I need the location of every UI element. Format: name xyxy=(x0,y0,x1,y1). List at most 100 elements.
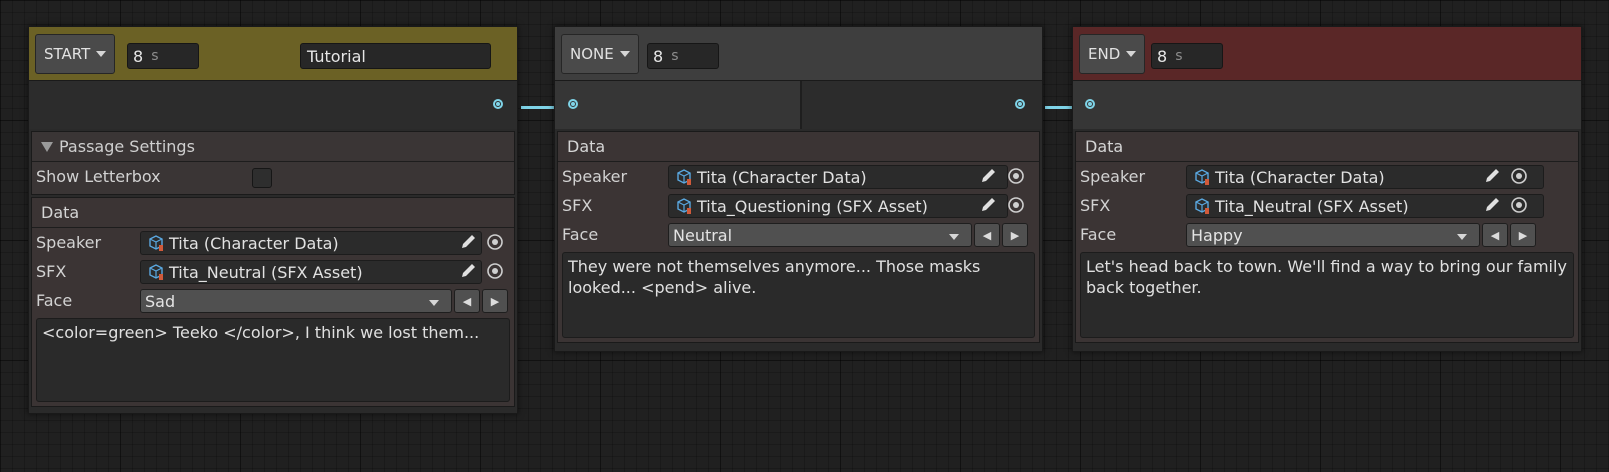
output-port-icon[interactable] xyxy=(1015,99,1025,109)
speaker-field[interactable]: Tita (Character Data) xyxy=(668,165,1008,189)
node-type-dropdown[interactable]: START xyxy=(35,34,116,74)
letterbox-row: Show Letterbox xyxy=(32,162,514,191)
object-picker-icon[interactable] xyxy=(1007,167,1025,185)
duration-field[interactable]: 8 s xyxy=(1151,43,1223,69)
dropdown-caret-icon xyxy=(619,51,630,57)
object-picker-icon[interactable] xyxy=(1007,196,1025,214)
duration-field[interactable]: 8 s xyxy=(127,43,199,69)
object-field-icon xyxy=(677,169,691,185)
duration-unit: s xyxy=(1175,48,1183,64)
node-header: NONE 8 s xyxy=(555,27,1042,81)
face-value: Happy xyxy=(1191,225,1243,245)
sfx-value: Tita_Neutral (SFX Asset) xyxy=(169,262,363,282)
prev-face-button[interactable]: ◀ xyxy=(974,223,1000,247)
speaker-value: Tita (Character Data) xyxy=(169,233,339,253)
object-field-icon xyxy=(149,235,163,251)
passage-title-field[interactable]: Tutorial xyxy=(300,43,491,69)
passage-node-end[interactable]: END 8 s Data Speaker Tita (Character Dat… xyxy=(1072,26,1582,352)
foldout-triangle-icon[interactable] xyxy=(41,141,53,152)
passage-node-none[interactable]: NONE 8 s Data Speaker Tita (Character Da… xyxy=(554,26,1043,352)
edit-pencil-icon[interactable] xyxy=(1482,167,1502,185)
passage-title: Tutorial xyxy=(307,46,366,66)
face-label: Face xyxy=(1080,225,1117,244)
dialogue-text-area[interactable]: They were not themselves anymore... Thos… xyxy=(562,252,1035,338)
node-header: END 8 s xyxy=(1073,27,1581,81)
node-type-label: END xyxy=(1088,45,1121,63)
sfx-label: SFX xyxy=(36,262,67,281)
duration-unit: s xyxy=(151,48,159,64)
next-face-button[interactable]: ▶ xyxy=(1510,223,1536,247)
letterbox-checkbox[interactable] xyxy=(252,168,272,188)
sfx-value: Tita_Neutral (SFX Asset) xyxy=(1215,196,1409,216)
sfx-row: SFX Tita_Questioning (SFX Asset) xyxy=(558,191,1039,220)
sfx-field[interactable]: Tita_Questioning (SFX Asset) xyxy=(668,194,1008,218)
speaker-label: Speaker xyxy=(562,167,628,186)
dropdown-caret-icon xyxy=(1457,234,1467,240)
node-type-label: NONE xyxy=(570,45,614,63)
object-field-icon xyxy=(1195,198,1209,214)
data-section: Data Speaker Tita (Character Data) SFX T… xyxy=(557,131,1040,343)
passage-settings-section: Passage Settings Show Letterbox xyxy=(31,131,515,195)
sfx-row: SFX Tita_Neutral (SFX Asset) xyxy=(1076,191,1578,220)
dropdown-caret-icon xyxy=(1126,51,1137,57)
sfx-field[interactable]: Tita_Neutral (SFX Asset) xyxy=(140,260,482,284)
object-picker-icon[interactable] xyxy=(486,262,504,280)
dialogue-text-area[interactable]: Let's head back to town. We'll find a wa… xyxy=(1080,252,1574,338)
face-row: Face Neutral ◀ ▶ xyxy=(558,220,1039,249)
object-field-icon xyxy=(1195,169,1209,185)
face-row: Face Happy ◀ ▶ xyxy=(1076,220,1578,249)
edit-pencil-icon[interactable] xyxy=(458,233,478,251)
dropdown-caret-icon xyxy=(949,234,959,240)
dropdown-caret-icon xyxy=(96,51,107,57)
next-arrow-icon: ▶ xyxy=(1010,228,1020,242)
face-value: Sad xyxy=(145,291,176,311)
edit-pencil-icon[interactable] xyxy=(978,196,998,214)
speaker-value: Tita (Character Data) xyxy=(1215,167,1385,187)
sfx-value: Tita_Questioning (SFX Asset) xyxy=(697,196,928,216)
prev-arrow-icon: ◀ xyxy=(982,228,992,242)
port-row xyxy=(555,81,1042,129)
passage-node-start[interactable]: START 8 s Tutorial Passage Settings Show… xyxy=(28,26,518,414)
next-face-button[interactable]: ▶ xyxy=(1002,223,1028,247)
edit-pencil-icon[interactable] xyxy=(458,262,478,280)
object-picker-icon[interactable] xyxy=(486,233,504,251)
node-type-dropdown[interactable]: NONE xyxy=(561,34,639,74)
face-dropdown[interactable]: Happy xyxy=(1186,223,1480,247)
sfx-label: SFX xyxy=(562,196,593,215)
next-arrow-icon: ▶ xyxy=(490,294,500,308)
object-picker-icon[interactable] xyxy=(1510,167,1528,185)
node-header: START 8 s Tutorial xyxy=(29,27,517,81)
speaker-label: Speaker xyxy=(1080,167,1146,186)
object-picker-icon[interactable] xyxy=(1510,196,1528,214)
dialogue-text-area[interactable]: <color=green> Teeko </color>, I think we… xyxy=(36,318,510,402)
face-dropdown[interactable]: Sad xyxy=(140,289,452,313)
duration-value: 8 xyxy=(1157,46,1168,66)
data-heading: Data xyxy=(1076,132,1578,162)
dropdown-caret-icon xyxy=(429,300,439,306)
input-port-icon[interactable] xyxy=(1085,99,1095,109)
passage-settings-foldout[interactable]: Passage Settings xyxy=(32,132,514,162)
face-label: Face xyxy=(562,225,599,244)
face-value: Neutral xyxy=(673,225,733,245)
prev-face-button[interactable]: ◀ xyxy=(454,289,480,313)
speaker-field[interactable]: Tita (Character Data) xyxy=(140,231,482,255)
face-row: Face Sad ◀ ▶ xyxy=(32,286,514,315)
speaker-row: Speaker Tita (Character Data) xyxy=(1076,162,1578,191)
duration-value: 8 xyxy=(653,46,664,66)
sfx-label: SFX xyxy=(1080,196,1111,215)
edit-pencil-icon[interactable] xyxy=(1482,196,1502,214)
face-dropdown[interactable]: Neutral xyxy=(668,223,972,247)
output-port-icon[interactable] xyxy=(493,99,503,109)
next-face-button[interactable]: ▶ xyxy=(482,289,508,313)
data-heading: Data xyxy=(32,198,514,228)
duration-field[interactable]: 8 s xyxy=(647,43,719,69)
data-heading: Data xyxy=(558,132,1039,162)
duration-value: 8 xyxy=(133,46,144,66)
speaker-row: Speaker Tita (Character Data) xyxy=(558,162,1039,191)
edit-pencil-icon[interactable] xyxy=(978,167,998,185)
prev-face-button[interactable]: ◀ xyxy=(1482,223,1508,247)
input-port-icon[interactable] xyxy=(568,99,578,109)
speaker-row: Speaker Tita (Character Data) xyxy=(32,228,514,257)
data-section: Data Speaker Tita (Character Data) SFX T… xyxy=(1075,131,1579,343)
node-type-dropdown[interactable]: END xyxy=(1079,34,1146,74)
